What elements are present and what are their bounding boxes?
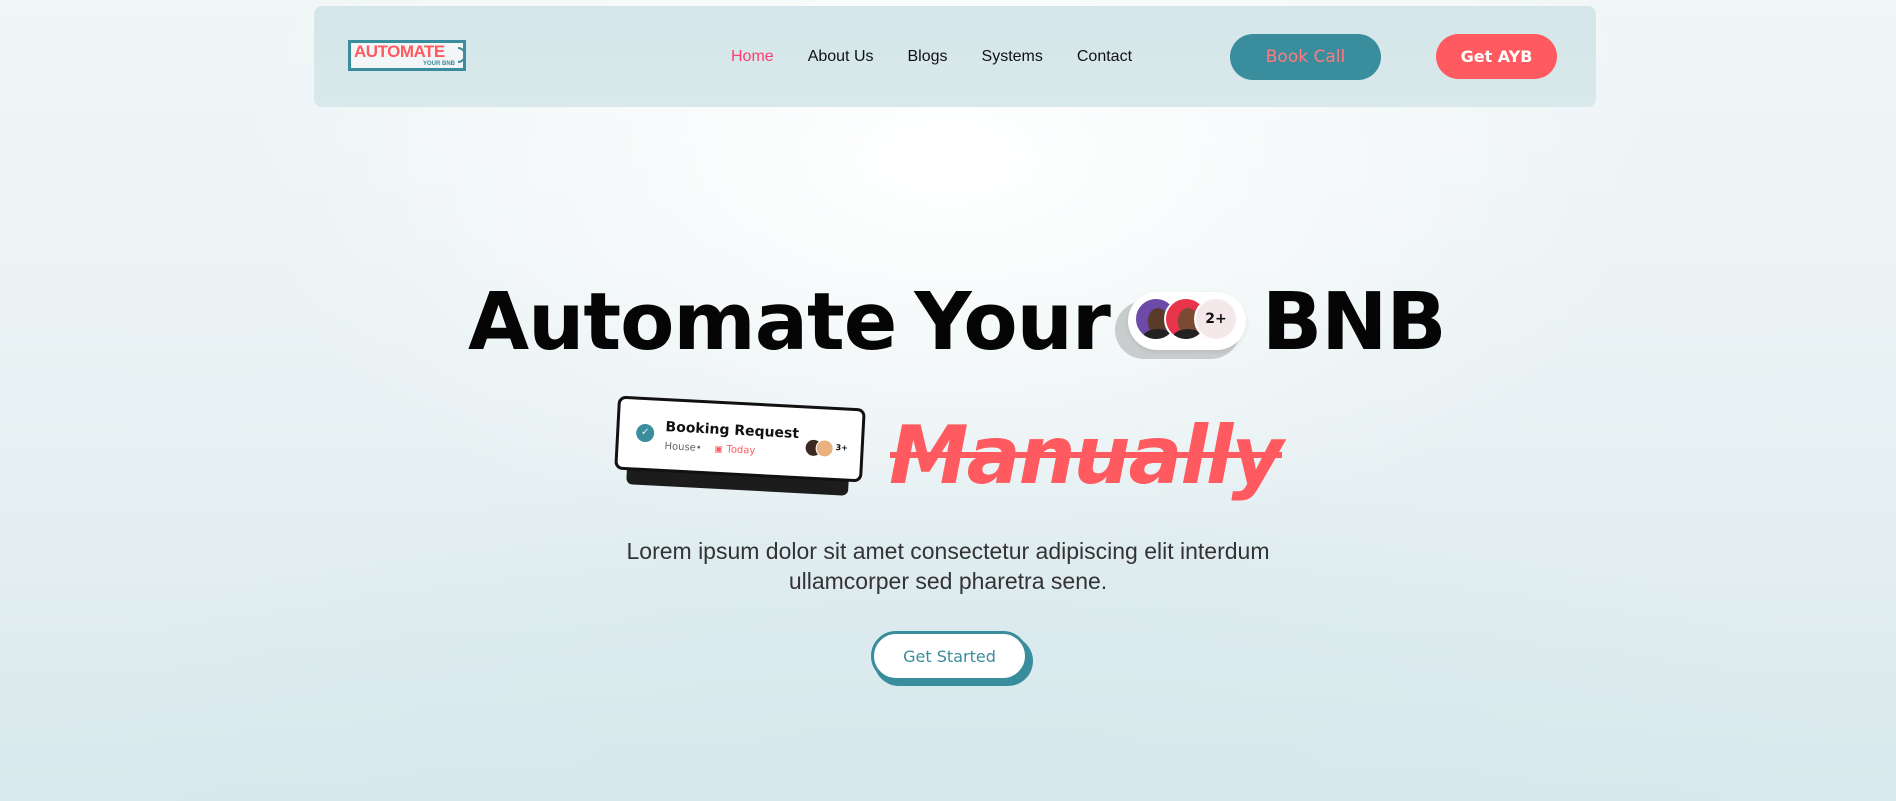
avatar-count: 2+ xyxy=(1205,311,1227,327)
hero-headline: Automate Your xyxy=(468,276,1111,368)
avatar-group: 2+ xyxy=(1128,292,1246,350)
calendar-icon: ▣ xyxy=(714,444,724,456)
avatar xyxy=(815,438,835,458)
nav-link-about[interactable]: About Us xyxy=(808,47,874,67)
headline-word-bnb: BNB xyxy=(1262,276,1447,368)
get-started-button[interactable]: Get Started xyxy=(871,631,1028,681)
nav-link-systems[interactable]: Systems xyxy=(982,47,1043,67)
booking-house: House• xyxy=(664,441,702,455)
logo-mark-icon xyxy=(458,47,466,63)
navbar: AUTOMATE YOUR BNB Home About Us Blogs Sy… xyxy=(314,6,1596,107)
booking-date: Today xyxy=(726,444,756,457)
hero-subtext: Lorem ipsum dolor sit amet consectetur a… xyxy=(626,538,1270,594)
book-call-button[interactable]: Book Call xyxy=(1230,34,1381,80)
nav-links: Home About Us Blogs Systems Contact xyxy=(731,47,1166,67)
get-ayb-button[interactable]: Get AYB xyxy=(1436,34,1557,79)
strikethrough-line xyxy=(890,452,1282,458)
nav-link-home[interactable]: Home xyxy=(731,47,774,67)
booking-request-card: ✓ Booking Request House• ▣ Today 3+ xyxy=(614,395,868,496)
logo[interactable]: AUTOMATE YOUR BNB xyxy=(348,40,466,71)
headline-word-automate: Automate xyxy=(468,276,897,368)
nav-link-blogs[interactable]: Blogs xyxy=(908,47,948,67)
booking-avatar-count: 3+ xyxy=(835,443,849,453)
logo-text: AUTOMATE xyxy=(354,42,445,61)
booking-card: ✓ Booking Request House• ▣ Today 3+ xyxy=(614,395,866,483)
logo-subtext: YOUR BNB xyxy=(422,61,455,67)
avatar-count-badge: 2+ xyxy=(1194,297,1238,341)
check-icon: ✓ xyxy=(635,423,655,443)
headline-word-your: Your xyxy=(914,276,1110,368)
booking-title: Booking Request xyxy=(665,419,800,443)
nav-link-contact[interactable]: Contact xyxy=(1077,47,1132,67)
